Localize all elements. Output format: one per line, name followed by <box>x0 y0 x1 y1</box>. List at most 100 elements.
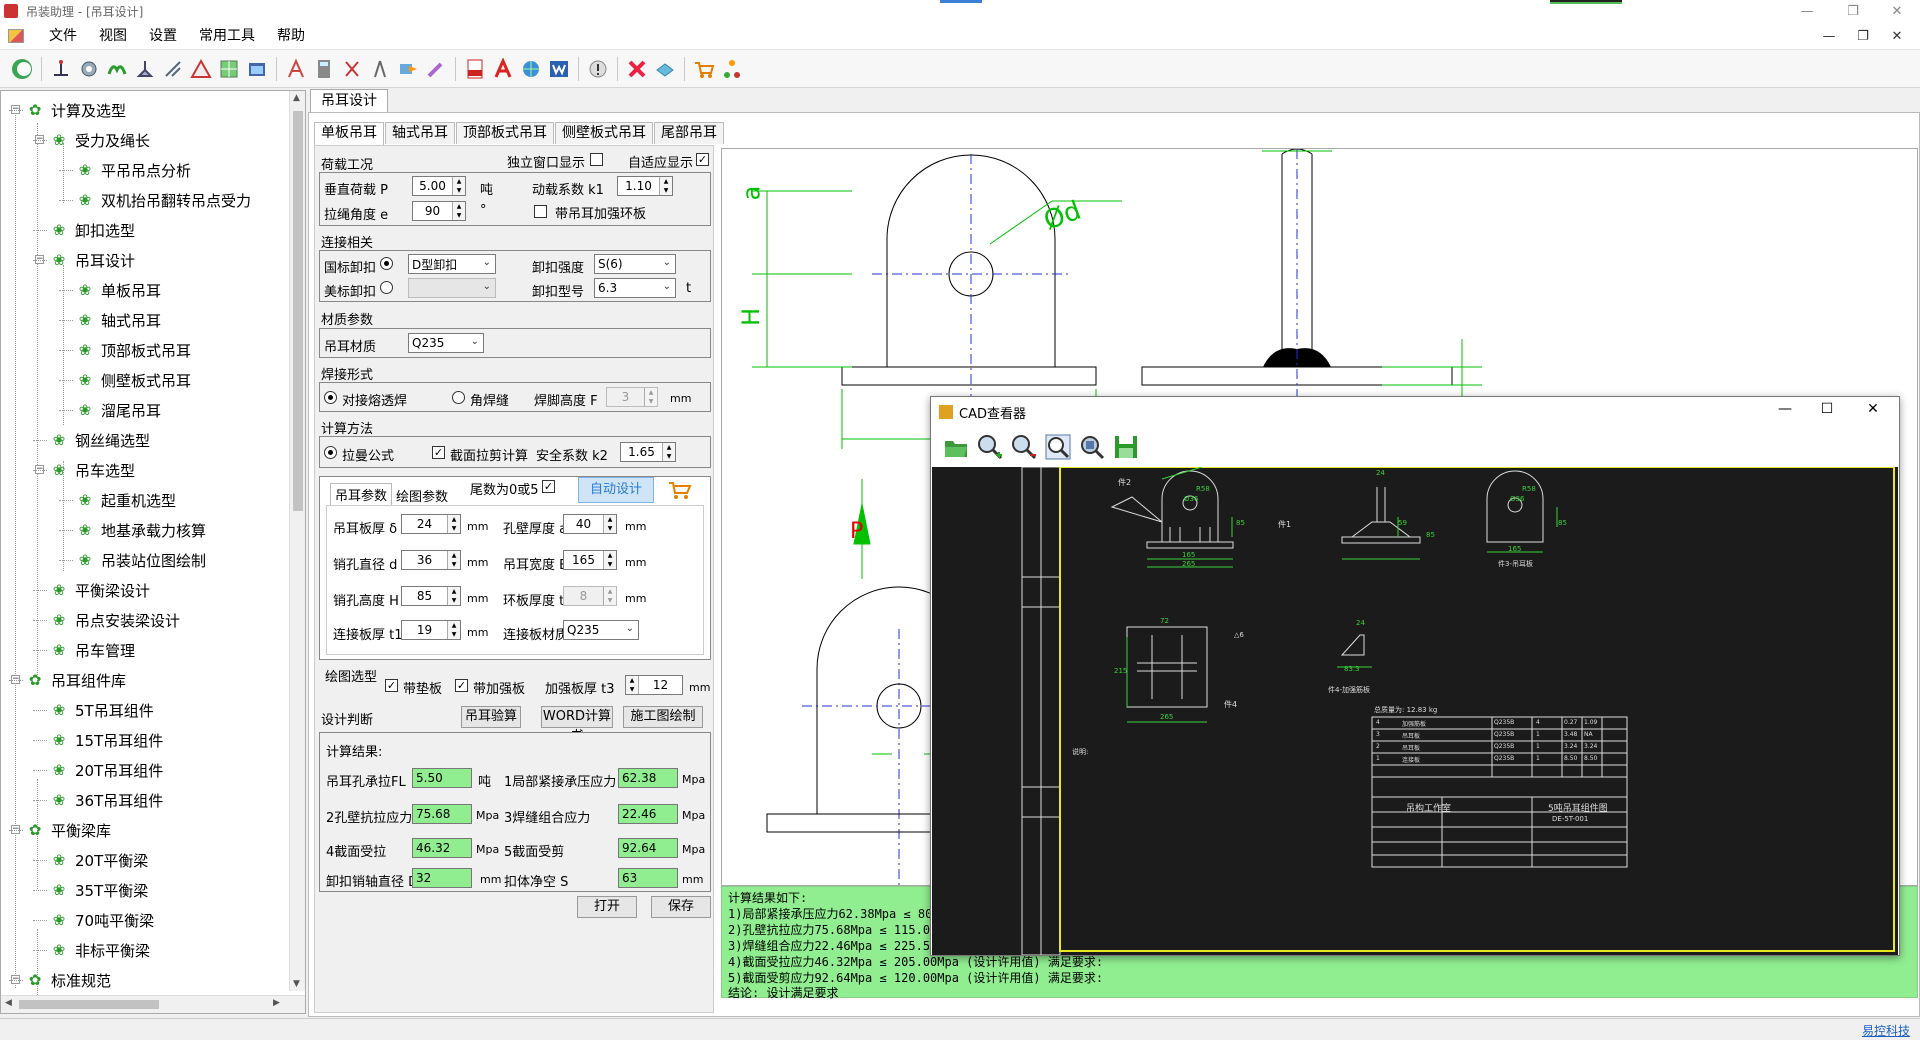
tree-scroll-thumb[interactable] <box>293 111 303 511</box>
arc-icon[interactable] <box>103 55 131 83</box>
calculator-icon[interactable] <box>310 55 338 83</box>
fillet-weld-radio[interactable] <box>452 391 465 404</box>
mdi-restore-button[interactable]: ❐ <box>1846 22 1880 50</box>
plate-mat-select[interactable]: Q235 ⌄ <box>563 620 639 640</box>
tab-single-plate[interactable]: 单板吊耳 <box>314 122 384 145</box>
cad-viewer-window[interactable]: CAD查看器 — ☐ ✕ 件2 R58 Ø36 85 165 265 件1 24… <box>930 396 1900 956</box>
tree-item[interactable]: ❀ 吊装站位图绘制 <box>75 545 206 575</box>
tree-item[interactable]: ❀ 钢丝绳选型 <box>49 425 150 455</box>
spinner-icon[interactable]: ▲ ▼ <box>644 388 657 406</box>
width-input[interactable]: 165 ▲ ▼ <box>563 550 617 570</box>
restore-button[interactable]: ❐ <box>1830 0 1876 22</box>
cad-title-bar[interactable]: CAD查看器 <box>931 397 1899 427</box>
gb-type-select[interactable]: D型卸扣 ⌄ <box>408 254 496 274</box>
tab-lug-design[interactable]: 吊耳设计 <box>310 89 388 113</box>
tree-item[interactable]: ❀ 5T吊耳组件 <box>49 695 154 725</box>
menu-file[interactable]: 文件 <box>38 22 88 50</box>
spinner-icon[interactable]: ▲ ▼ <box>603 587 616 605</box>
pdf-icon[interactable] <box>461 55 489 83</box>
text-a-icon[interactable] <box>489 55 517 83</box>
tab-top-plate[interactable]: 顶部板式吊耳 <box>456 122 554 144</box>
tree-hscroll-thumb[interactable] <box>19 1000 159 1009</box>
mdi-minimize-button[interactable]: — <box>1812 22 1846 50</box>
cart-icon[interactable] <box>666 479 694 501</box>
model-select[interactable]: 6.3 ⌄ <box>594 278 676 298</box>
spinner-icon[interactable]: ▲ ▼ <box>447 621 460 639</box>
spinner-icon[interactable]: ▲ ▼ <box>447 515 460 533</box>
zoom-out-icon[interactable] <box>1007 431 1041 463</box>
construction-drawing-button[interactable]: 施工图绘制 <box>623 706 703 728</box>
tree-item[interactable]: ❀ 吊耳设计 <box>49 245 135 275</box>
tree-item[interactable]: ❀ 起重机选型 <box>75 485 176 515</box>
zoom-in-icon[interactable] <box>973 431 1007 463</box>
hole-input[interactable]: 40 ▲ ▼ <box>563 514 617 534</box>
settings-tree-icon[interactable] <box>718 55 746 83</box>
angle-input[interactable]: 90 ▲ ▼ <box>412 201 466 221</box>
menu-tools[interactable]: 常用工具 <box>188 22 266 50</box>
scroll-right-icon[interactable]: ▶ <box>273 998 280 1008</box>
us-radio[interactable] <box>380 281 393 294</box>
rib-t-input[interactable]: ▲ ▼ 12 <box>625 675 683 695</box>
spinner-icon[interactable]: ▲ ▼ <box>662 443 675 461</box>
menu-help[interactable]: 帮助 <box>266 22 316 50</box>
tree-item[interactable]: ❀ 受力及绳长 <box>49 125 150 155</box>
transfer-icon[interactable] <box>394 55 422 83</box>
navigation-tree[interactable]: ✿ 计算及选型 − ❀ 受力及绳长 − ❀ 平吊吊点分析 ❀ 双机抬吊翻转吊点受力 ❀ 卸扣选型 ❀ 吊耳… <box>0 90 306 1014</box>
spinner-icon[interactable]: ▲ ▼ <box>659 177 672 195</box>
cad-close-button[interactable]: ✕ <box>1853 401 1893 423</box>
tree-item[interactable]: ❀ 35T平衡梁 <box>49 875 149 905</box>
tree-item[interactable]: ❀ 非标平衡梁 <box>49 935 150 965</box>
tree-item[interactable]: ❀ 15T吊耳组件 <box>49 725 164 755</box>
info-icon[interactable] <box>584 55 612 83</box>
company-link[interactable]: 易控科技 <box>1862 1022 1910 1039</box>
tail-checkbox[interactable]: ✓ <box>542 480 555 493</box>
tree-item[interactable]: ❀ 20T吊耳组件 <box>49 755 164 785</box>
tree-item[interactable]: ❀ 溜尾吊耳 <box>75 395 161 425</box>
spinner-icon[interactable]: ▲ ▼ <box>603 515 616 533</box>
tree-item[interactable]: ❀ 轴式吊耳 <box>75 305 161 335</box>
auto-design-button[interactable]: 自动设计 <box>578 477 654 503</box>
gb-radio[interactable] <box>380 257 393 270</box>
scroll-down-icon[interactable]: ▼ <box>293 979 300 989</box>
save-button[interactable]: 保存 <box>651 896 711 918</box>
pin-h-input[interactable]: 85 ▲ ▼ <box>401 586 461 606</box>
spinner-icon[interactable]: ▲ ▼ <box>447 587 460 605</box>
safety-input[interactable]: 1.65 ▲ ▼ <box>620 442 676 462</box>
w-icon[interactable] <box>545 55 573 83</box>
tree-item[interactable]: ❀ 吊车选型 <box>49 455 135 485</box>
tree-item[interactable]: ❀ 36T吊耳组件 <box>49 785 164 815</box>
grid-icon[interactable] <box>215 55 243 83</box>
compass-icon[interactable] <box>366 55 394 83</box>
tree-item[interactable]: ❀ 双机抬吊翻转吊点受力 <box>75 185 251 215</box>
tree-item[interactable]: ✿ 平衡梁库 <box>25 815 111 845</box>
strength-select[interactable]: S(6) ⌄ <box>594 254 676 274</box>
tree-item[interactable]: ✿ 标准规范 <box>25 965 111 995</box>
tree-item[interactable]: ❀ 吊车管理 <box>49 635 135 665</box>
spinner-icon[interactable]: ▲ ▼ <box>447 551 460 569</box>
level-icon[interactable] <box>47 55 75 83</box>
scissors-icon[interactable] <box>338 55 366 83</box>
vload-input[interactable]: 5.00 ▲ ▼ <box>412 176 466 196</box>
menu-view[interactable]: 视图 <box>88 22 138 50</box>
tree-item[interactable]: ❀ 地基承载力核算 <box>75 515 206 545</box>
tab-draw-params[interactable]: 绘图参数 <box>392 485 452 506</box>
tree-item[interactable]: ❀ 侧壁板式吊耳 <box>75 365 191 395</box>
tree-item[interactable]: ❀ 70吨平衡梁 <box>49 905 154 935</box>
cad-drawing-canvas[interactable]: 件2 R58 Ø36 85 165 265 件1 24 59 85 R58 Ø3… <box>932 467 1898 955</box>
cad-minimize-button[interactable]: — <box>1765 401 1805 423</box>
tree-item[interactable]: ❀ 卸扣选型 <box>49 215 135 245</box>
zoom-window-icon[interactable] <box>1041 431 1075 463</box>
link-icon[interactable] <box>651 55 679 83</box>
ring-t-input[interactable]: 8 ▲ ▼ <box>563 586 617 606</box>
spinner-icon[interactable]: ▲ ▼ <box>603 551 616 569</box>
ring-checkbox[interactable] <box>534 205 547 218</box>
open-button[interactable]: 打开 <box>577 896 637 918</box>
mdi-doc-icon[interactable] <box>8 28 24 43</box>
dyn-input[interactable]: 1.10 ▲ ▼ <box>617 176 673 196</box>
rib-checkbox[interactable]: ✓ <box>455 679 468 692</box>
tab-shaft[interactable]: 轴式吊耳 <box>385 122 455 144</box>
tree-item[interactable]: ❀ 20T平衡梁 <box>49 845 149 875</box>
butt-weld-radio[interactable] <box>324 391 337 404</box>
spinner-icon[interactable]: ▲ ▼ <box>452 202 465 220</box>
mdi-close-button[interactable]: ✕ <box>1880 22 1914 50</box>
